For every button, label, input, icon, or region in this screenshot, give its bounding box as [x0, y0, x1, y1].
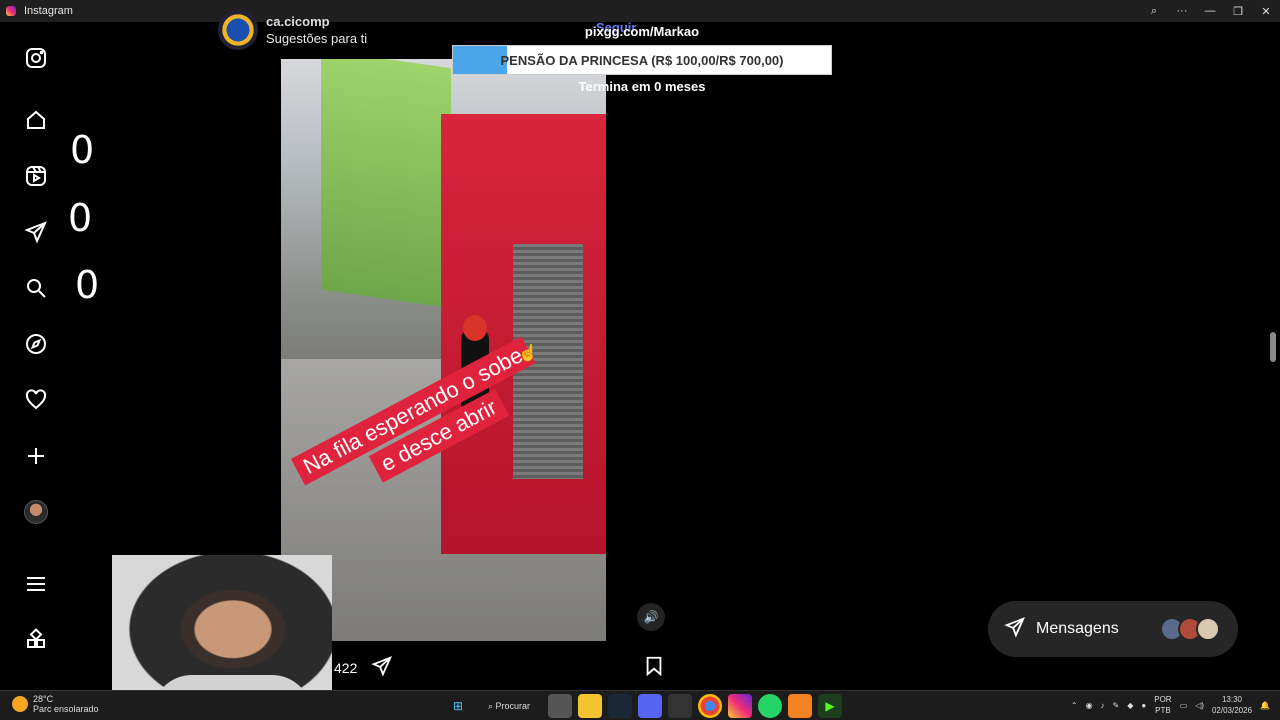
search-icon[interactable] [22, 274, 50, 302]
message-avatars [1160, 617, 1220, 641]
system-tray: ⌃ ◉ ♪ ✎ ◆ ● POR PTB ▭ ◁) 13:30 02/03/202… [1071, 694, 1270, 716]
sidebar [0, 22, 72, 690]
instagram-logo-icon[interactable] [22, 44, 50, 72]
donation-url: pixgg.com/Markao [584, 24, 700, 39]
post-header: ca.cicomp Sugestões para ti [218, 10, 367, 50]
obs-icon[interactable] [668, 694, 692, 718]
weather-sun-icon [12, 696, 28, 712]
messages-label: Mensagens [1036, 620, 1119, 637]
explore-icon[interactable] [22, 330, 50, 358]
instagram-taskbar-icon[interactable] [728, 694, 752, 718]
clock[interactable]: 13:30 02/03/2026 [1212, 694, 1252, 716]
tray-mic-icon[interactable]: ● [1141, 701, 1146, 710]
tray-audio-icon[interactable]: ♪ [1101, 701, 1105, 710]
file-explorer-icon[interactable] [578, 694, 602, 718]
post-author-avatar[interactable] [218, 10, 258, 50]
reels-icon[interactable] [22, 162, 50, 190]
donation-ends-label: Termina em 0 meses [578, 79, 706, 94]
post-media[interactable]: Na fila esperando o sobe e desce abrir 🔊 [209, 57, 678, 641]
steam-icon[interactable] [608, 694, 632, 718]
window-titlebar: Instagram ⌕ ··· — ❐ ✕ [0, 0, 1280, 22]
notifications-bell-icon[interactable]: 🔔 [1260, 701, 1270, 710]
post-suggestion-label: Sugestões para ti [266, 31, 368, 46]
volume-icon[interactable]: 🔊 [637, 603, 665, 631]
donation-progress-fill [453, 46, 508, 74]
windows-taskbar: 28°C Parc ensolarado ⊞ ⌕ Procurar ▶ ⌃ ◉ … [0, 690, 1280, 720]
clock-date: 02/03/2026 [1211, 706, 1253, 715]
direct-messages-icon[interactable] [22, 218, 50, 246]
donation-goal-label: PENSÃO DA PRINCESA (R$ 100,00/R$ 700,00) [500, 52, 784, 68]
taskbar-apps: ⊞ ⌕ Procurar ▶ [446, 694, 842, 718]
input-language[interactable]: POR PTB [1154, 694, 1171, 716]
home-icon[interactable] [22, 106, 50, 134]
direct-messages-icon [1004, 616, 1026, 643]
whatsapp-icon[interactable] [758, 694, 782, 718]
window-title: Instagram [24, 5, 73, 17]
tray-discord-icon[interactable]: ◉ [1086, 701, 1093, 710]
share-icon[interactable] [371, 655, 393, 682]
create-plus-icon[interactable] [22, 442, 50, 470]
comment-count: 422 [334, 660, 358, 676]
scrollbar-thumb[interactable] [1270, 332, 1276, 362]
tray-pen-icon[interactable]: ✎ [1113, 701, 1120, 710]
bookmark-icon[interactable] [643, 655, 665, 682]
video-scene-building [321, 59, 451, 309]
avatar [1196, 617, 1220, 641]
overlay-counter-3: 0 [75, 263, 100, 307]
task-view-icon[interactable] [548, 694, 572, 718]
taskbar-search-label: Procurar [495, 701, 531, 711]
more-icon[interactable]: ··· [1168, 0, 1196, 22]
window-controls: ⌕ ··· — ❐ ✕ [1140, 0, 1280, 22]
kick-app-icon[interactable]: ▶ [818, 694, 842, 718]
clock-time: 13:30 [1221, 695, 1243, 704]
taskbar-search[interactable]: ⌕ Procurar [476, 694, 542, 718]
post-username[interactable]: ca.cicomp [266, 14, 367, 29]
more-apps-icon[interactable] [22, 626, 50, 654]
menu-icon[interactable] [22, 570, 50, 598]
overlay-counter-2: 0 [68, 196, 93, 240]
weather-temperature: 28°C [33, 694, 54, 704]
instagram-app-icon [6, 6, 16, 16]
volume-icon[interactable]: ◁) [1195, 701, 1204, 710]
close-button[interactable]: ✕ [1252, 0, 1280, 22]
cursor-hand-icon: ☝ [518, 345, 538, 362]
profile-avatar[interactable] [22, 498, 50, 526]
donation-progress-bar: PENSÃO DA PRINCESA (R$ 100,00/R$ 700,00) [452, 45, 832, 75]
chrome-icon[interactable] [698, 694, 722, 718]
discord-icon[interactable] [638, 694, 662, 718]
tray-overflow-icon[interactable]: ⌃ [1071, 701, 1078, 710]
avatar [24, 500, 48, 524]
donation-goal-overlay: pixgg.com/Markao PENSÃO DA PRINCESA (R$ … [452, 24, 832, 94]
network-icon[interactable]: ▭ [1180, 701, 1188, 710]
maximize-button[interactable]: ❐ [1224, 0, 1252, 22]
windows-start-icon[interactable]: ⊞ [446, 694, 470, 718]
cloud-app-icon[interactable] [788, 694, 812, 718]
video-player[interactable]: Na fila esperando o sobe e desce abrir [281, 59, 606, 641]
tray-defender-icon[interactable]: ◆ [1127, 701, 1133, 710]
messages-button[interactable]: Mensagens [988, 601, 1238, 657]
minimize-button[interactable]: — [1196, 0, 1224, 22]
zoom-icon[interactable]: ⌕ [1140, 0, 1168, 22]
post-actions: 422 [300, 655, 680, 681]
overlay-counter-1: 0 [70, 128, 95, 172]
weather-description: Parc ensolarado [33, 704, 99, 714]
notifications-heart-icon[interactable] [22, 386, 50, 414]
weather-widget[interactable]: 28°C Parc ensolarado [12, 694, 99, 714]
